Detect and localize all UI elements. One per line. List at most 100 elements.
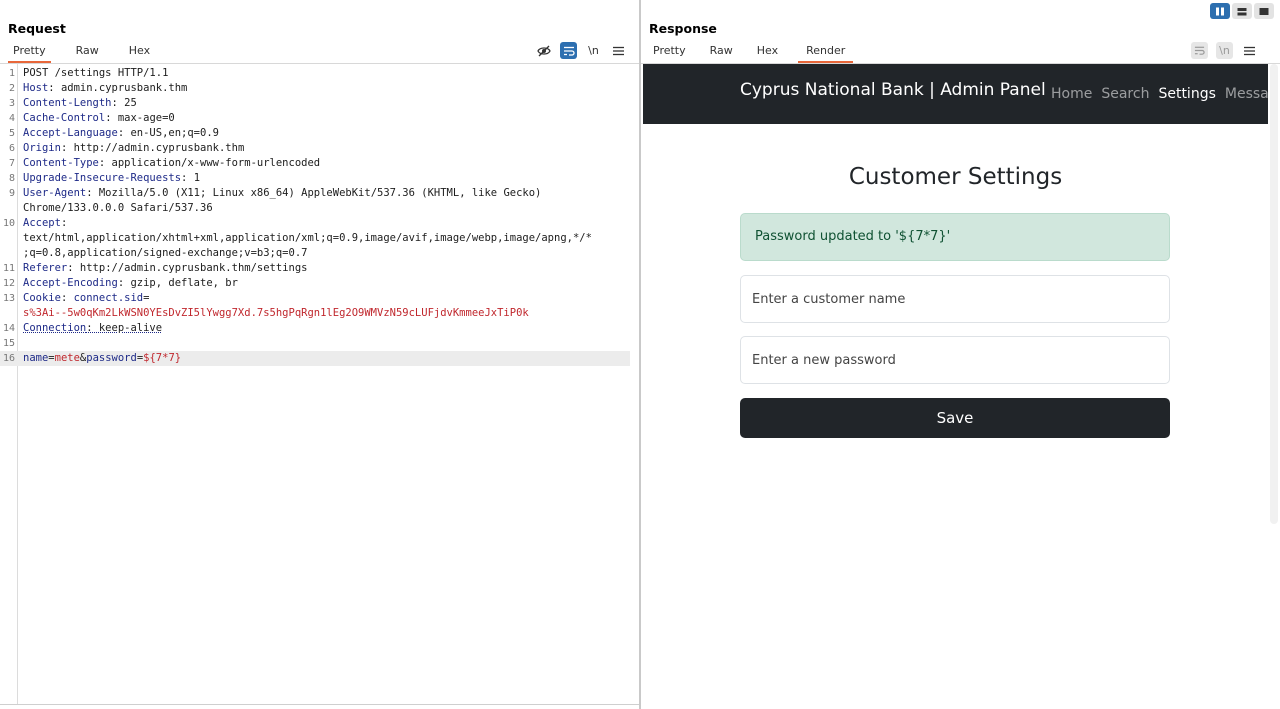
code-text: Referer: http://admin.cyprusbank.thm/set… <box>23 261 307 276</box>
code-token: User-Agent <box>23 187 87 199</box>
render-scrollbar[interactable] <box>1270 64 1278 524</box>
code-token: Accept-Language <box>23 127 118 139</box>
menu-icon[interactable] <box>1241 42 1258 59</box>
request-pane: Request Pretty Raw Hex \n 1 POST /setting… <box>0 0 639 709</box>
code-text: Content-Length: 25 <box>23 96 137 111</box>
code-line[interactable]: s%3Ai--5w0qKm2LkWSN0YEsDvZI5lYwgg7Xd.7s5… <box>0 306 630 321</box>
response-title: Response <box>649 21 717 36</box>
newline-icon[interactable]: \n <box>1216 42 1233 59</box>
code-token: password <box>86 352 137 364</box>
customer-name-input[interactable] <box>740 275 1170 323</box>
line-number: 13 <box>2 293 15 304</box>
code-line[interactable]: 4 Cache-Control: max-age=0 <box>0 111 630 126</box>
code-text: Content-Type: application/x-www-form-url… <box>23 156 320 171</box>
code-line[interactable]: 3 Content-Length: 25 <box>0 96 630 111</box>
wrap-icon[interactable] <box>1191 42 1208 59</box>
code-line[interactable]: 13 Cookie: connect.sid= <box>0 291 630 306</box>
menu-icon[interactable] <box>610 42 627 59</box>
site-brand[interactable]: Cyprus National Bank | Admin Panel <box>740 80 1046 100</box>
site-navbar: Cyprus National Bank | Admin Panel Home … <box>643 64 1268 124</box>
response-tab-raw[interactable]: Raw <box>706 43 737 63</box>
nav-home-link[interactable]: Home <box>1051 86 1092 102</box>
save-button[interactable]: Save <box>740 398 1170 438</box>
eye-off-icon[interactable] <box>535 42 552 59</box>
code-token: POST /settings HTTP/1.1 <box>23 67 169 79</box>
code-token: Connection <box>23 322 87 334</box>
layout-single-icon[interactable] <box>1254 3 1274 19</box>
request-tab-hex[interactable]: Hex <box>124 43 155 63</box>
code-line[interactable]: 10 Accept: <box>0 216 630 231</box>
nav-messages-link[interactable]: Messag <box>1225 86 1268 102</box>
code-token: : Mozilla/5.0 (X11; Linux x86_64) AppleW… <box>86 187 542 199</box>
response-tabs: Pretty Raw Hex Render <box>649 43 869 63</box>
response-tab-render[interactable]: Render <box>798 43 854 63</box>
request-title: Request <box>8 21 66 36</box>
request-tab-pretty[interactable]: Pretty <box>8 43 51 63</box>
nav-search-link[interactable]: Search <box>1101 86 1149 102</box>
code-line[interactable]: 15 <box>0 336 630 351</box>
code-line[interactable]: 7 Content-Type: application/x-www-form-ur… <box>0 156 630 171</box>
code-token: Content-Length <box>23 97 112 109</box>
line-number: 8 <box>8 173 15 184</box>
code-line[interactable]: 1 POST /settings HTTP/1.1 <box>0 66 630 81</box>
code-token: Cookie <box>23 292 61 304</box>
response-pane: Response Pretty Raw Hex Render \n Cyprus… <box>641 0 1280 709</box>
code-line[interactable]: 12 Accept-Encoding: gzip, deflate, br <box>0 276 630 291</box>
code-text: ;q=0.8,application/signed-exchange;v=b3;… <box>23 246 307 261</box>
code-line[interactable]: 2 Host: admin.cyprusbank.thm <box>0 81 630 96</box>
code-text: Accept-Encoding: gzip, deflate, br <box>23 276 238 291</box>
code-text: POST /settings HTTP/1.1 <box>23 66 168 81</box>
request-editor[interactable]: 1 POST /settings HTTP/1.1 2 Host: admin.cyp… <box>0 64 639 704</box>
code-line[interactable]: 9 User-Agent: Mozilla/5.0 (X11; Linux x86… <box>0 186 630 201</box>
line-number: 1 <box>8 68 15 79</box>
code-text: Host: admin.cyprusbank.thm <box>23 81 187 96</box>
line-number: 12 <box>2 278 15 289</box>
code-token: : application/x-www-form-urlencoded <box>98 157 321 169</box>
code-line[interactable]: 5 Accept-Language: en-US,en;q=0.9 <box>0 126 630 141</box>
line-number: 16 <box>2 353 15 364</box>
code-token: : <box>60 292 74 304</box>
code-text: Cookie: connect.sid= <box>23 291 149 306</box>
line-number: 14 <box>2 323 15 334</box>
code-line[interactable]: 6 Origin: http://admin.cyprusbank.thm <box>0 141 630 156</box>
nav-settings-link[interactable]: Settings <box>1158 86 1215 102</box>
line-number: 5 <box>8 128 15 139</box>
code-token: Origin <box>23 142 61 154</box>
code-text: User-Agent: Mozilla/5.0 (X11; Linux x86_… <box>23 186 541 201</box>
code-line[interactable]: ;q=0.8,application/signed-exchange;v=b3;… <box>0 246 630 261</box>
code-token: Host <box>23 82 49 94</box>
code-line[interactable]: 14 Connection: keep-alive <box>0 321 630 336</box>
code-token: ;q=0.8,application/signed-exchange;v=b3;… <box>23 247 308 259</box>
layout-stacked-icon[interactable] <box>1232 3 1252 19</box>
newline-icon[interactable]: \n <box>585 42 602 59</box>
code-line[interactable]: 8 Upgrade-Insecure-Requests: 1 <box>0 171 630 186</box>
code-token: : keep-alive <box>86 322 163 334</box>
wrap-icon[interactable] <box>560 42 577 59</box>
response-tab-hex[interactable]: Hex <box>753 43 782 63</box>
rendered-page: Cyprus National Bank | Admin Panel Home … <box>643 64 1268 709</box>
response-tab-pretty[interactable]: Pretty <box>649 43 690 63</box>
layout-side-by-side-icon[interactable] <box>1210 3 1230 19</box>
line-number: 9 <box>8 188 15 199</box>
new-password-input[interactable] <box>740 336 1170 384</box>
code-text: Accept-Language: en-US,en;q=0.9 <box>23 126 219 141</box>
code-line[interactable]: 11 Referer: http://admin.cyprusbank.thm/s… <box>0 261 630 276</box>
line-number: 6 <box>8 143 15 154</box>
code-token: Cache-Control <box>23 112 106 124</box>
code-token: name <box>23 352 49 364</box>
page-heading: Customer Settings <box>848 164 1063 190</box>
code-token: mete <box>54 352 80 364</box>
code-token: Accept-Encoding <box>23 277 118 289</box>
code-text: Upgrade-Insecure-Requests: 1 <box>23 171 200 186</box>
code-line[interactable]: text/html,application/xhtml+xml,applicat… <box>0 231 630 246</box>
code-token: = <box>143 292 150 304</box>
success-alert: Password updated to '${7*7}' <box>740 213 1170 261</box>
code-text: name=mete&password=${7*7} <box>23 351 181 366</box>
code-line[interactable]: 16 name=mete&password=${7*7} <box>0 351 630 366</box>
code-text: Cache-Control: max-age=0 <box>23 111 175 126</box>
code-line[interactable]: Chrome/133.0.0.0 Safari/537.36 <box>0 201 630 216</box>
request-tab-raw[interactable]: Raw <box>71 43 104 63</box>
code-token: Accept <box>23 217 61 229</box>
line-number: 7 <box>8 158 15 169</box>
request-bottom-border <box>0 704 639 705</box>
